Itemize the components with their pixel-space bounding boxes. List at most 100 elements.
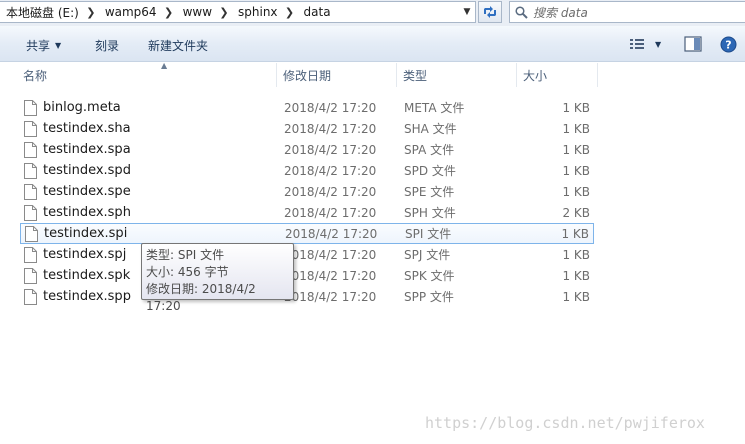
column-name[interactable]: 名称 bbox=[18, 63, 277, 87]
file-row[interactable]: testindex.spj 2018/4/2 17:20 SPJ 文件 1 KB bbox=[20, 244, 594, 265]
file-name-cell[interactable]: testindex.sha bbox=[24, 120, 131, 137]
file-size: 1 KB bbox=[562, 163, 590, 178]
search-icon bbox=[515, 5, 528, 19]
sort-up-icon: ▲ bbox=[161, 61, 168, 70]
new-folder-label: 新建文件夹 bbox=[148, 38, 209, 53]
file-name: testindex.spe bbox=[43, 184, 131, 199]
file-type: SPJ 文件 bbox=[404, 248, 451, 262]
file-icon bbox=[24, 246, 37, 263]
column-date-label: 修改日期 bbox=[283, 68, 332, 83]
file-icon bbox=[24, 204, 37, 221]
breadcrumb-item-data[interactable]: data bbox=[298, 5, 335, 19]
preview-pane-icon bbox=[684, 36, 702, 52]
file-row[interactable]: testindex.spd 2018/4/2 17:20 SPD 文件 1 KB bbox=[20, 160, 594, 181]
file-name: testindex.spj bbox=[43, 247, 127, 262]
file-type: SPE 文件 bbox=[404, 185, 455, 199]
file-date: 2018/4/2 17:20 bbox=[284, 268, 377, 283]
column-type-label: 类型 bbox=[403, 68, 428, 83]
file-type: SHA 文件 bbox=[404, 122, 457, 136]
file-size: 1 KB bbox=[562, 247, 590, 262]
file-icon bbox=[24, 183, 37, 200]
file-list-pane: 名称 ▲ 修改日期 类型 大小 binlog.meta 2018/4/2 17:2… bbox=[0, 61, 745, 444]
file-icon bbox=[24, 120, 37, 137]
column-date[interactable]: 修改日期 bbox=[278, 63, 397, 87]
file-row[interactable]: testindex.spa 2018/4/2 17:20 SPA 文件 1 KB bbox=[20, 139, 594, 160]
file-name-cell[interactable]: binlog.meta bbox=[24, 99, 121, 116]
address-bar[interactable]: 本地磁盘 (E:) ❯ wamp64 ❯ www ❯ sphinx ❯ data… bbox=[0, 1, 476, 23]
file-name: binlog.meta bbox=[43, 100, 121, 115]
refresh-icon bbox=[484, 6, 496, 18]
tooltip-date: 修改日期: 2018/4/2 17:20 bbox=[146, 282, 256, 313]
burn-button[interactable]: 刻录 bbox=[95, 35, 119, 55]
file-type: SPK 文件 bbox=[404, 269, 455, 283]
help-button[interactable]: ? bbox=[720, 36, 737, 52]
file-name: testindex.sha bbox=[43, 121, 131, 136]
file-size: 1 KB bbox=[561, 226, 589, 241]
file-date: 2018/4/2 17:20 bbox=[285, 226, 378, 241]
breadcrumb-item-sphinx[interactable]: sphinx bbox=[232, 5, 282, 19]
file-size: 1 KB bbox=[562, 100, 590, 115]
file-name-cell[interactable]: testindex.spa bbox=[24, 141, 131, 158]
address-row: 本地磁盘 (E:) ❯ wamp64 ❯ www ❯ sphinx ❯ data… bbox=[0, 0, 745, 26]
file-size: 1 KB bbox=[562, 268, 590, 283]
file-date: 2018/4/2 17:20 bbox=[284, 163, 377, 178]
help-icon: ? bbox=[720, 36, 737, 52]
column-size[interactable]: 大小 bbox=[518, 63, 598, 87]
file-name: testindex.spp bbox=[43, 289, 131, 304]
file-row[interactable]: testindex.spe 2018/4/2 17:20 SPE 文件 1 KB bbox=[20, 181, 594, 202]
file-row[interactable]: testindex.sha 2018/4/2 17:20 SHA 文件 1 KB bbox=[20, 118, 594, 139]
view-options-button[interactable]: ▼ bbox=[629, 36, 661, 52]
toolbar: 共享 ▼ 刻录 新建文件夹 ▼ ? bbox=[0, 26, 745, 62]
search-input[interactable]: 搜索 data bbox=[509, 1, 745, 23]
breadcrumb-item-drive[interactable]: 本地磁盘 (E:) bbox=[0, 4, 83, 21]
file-row[interactable]: binlog.meta 2018/4/2 17:20 META 文件 1 KB bbox=[20, 97, 594, 118]
breadcrumb: 本地磁盘 (E:) ❯ wamp64 ❯ www ❯ sphinx ❯ data bbox=[0, 2, 335, 22]
file-name: testindex.spi bbox=[44, 226, 128, 241]
file-name: testindex.spa bbox=[43, 142, 131, 157]
file-name-cell[interactable]: testindex.spk bbox=[24, 267, 130, 284]
tooltip-size: 大小: 456 字节 bbox=[146, 265, 229, 279]
file-name-cell[interactable]: testindex.spj bbox=[24, 246, 127, 263]
column-header: 名称 ▲ 修改日期 类型 大小 bbox=[18, 61, 598, 87]
file-size: 1 KB bbox=[562, 142, 590, 157]
chevron-down-icon[interactable]: ▼ bbox=[655, 40, 661, 49]
chevron-down-icon[interactable]: ▼ bbox=[459, 2, 475, 22]
file-name-cell[interactable]: testindex.spi bbox=[25, 225, 128, 242]
refresh-button[interactable] bbox=[478, 1, 502, 23]
file-row[interactable]: testindex.sph 2018/4/2 17:20 SPH 文件 2 KB bbox=[20, 202, 594, 223]
column-name-label: 名称 bbox=[23, 68, 48, 83]
preview-pane-button[interactable] bbox=[684, 36, 702, 52]
chevron-right-icon[interactable]: ❯ bbox=[216, 2, 232, 22]
chevron-right-icon[interactable]: ❯ bbox=[161, 2, 177, 22]
file-date: 2018/4/2 17:20 bbox=[284, 142, 377, 157]
file-date: 2018/4/2 17:20 bbox=[284, 121, 377, 136]
breadcrumb-item-www[interactable]: www bbox=[177, 5, 216, 19]
file-name-cell[interactable]: testindex.sph bbox=[24, 204, 131, 221]
search-placeholder: 搜索 data bbox=[533, 5, 588, 20]
burn-label: 刻录 bbox=[95, 38, 120, 53]
file-date: 2018/4/2 17:20 bbox=[284, 247, 377, 262]
file-name-cell[interactable]: testindex.spd bbox=[24, 162, 131, 179]
file-icon bbox=[24, 99, 37, 116]
file-name-cell[interactable]: testindex.spe bbox=[24, 183, 131, 200]
chevron-right-icon[interactable]: ❯ bbox=[83, 2, 99, 22]
file-type: SPD 文件 bbox=[404, 164, 456, 178]
file-type: SPH 文件 bbox=[404, 206, 456, 220]
chevron-right-icon[interactable]: ❯ bbox=[282, 2, 298, 22]
file-size: 2 KB bbox=[562, 205, 590, 220]
file-row[interactable]: testindex.spk 2018/4/2 17:20 SPK 文件 1 KB bbox=[20, 265, 594, 286]
column-type[interactable]: 类型 bbox=[398, 63, 517, 87]
watermark: https://blog.csdn.net/pwjiferox bbox=[425, 414, 705, 432]
breadcrumb-item-wamp64[interactable]: wamp64 bbox=[99, 5, 161, 19]
file-row[interactable]: testindex.spp 2018/4/2 17:20 SPP 文件 1 KB bbox=[20, 286, 594, 307]
file-type: SPP 文件 bbox=[404, 290, 454, 304]
view-list-icon bbox=[630, 39, 644, 49]
svg-text:?: ? bbox=[725, 38, 731, 51]
new-folder-button[interactable]: 新建文件夹 bbox=[148, 35, 208, 55]
tooltip-type: 类型: SPI 文件 bbox=[146, 248, 225, 262]
file-row[interactable]: testindex.spi 2018/4/2 17:20 SPI 文件 1 KB bbox=[20, 223, 594, 244]
share-button[interactable]: 共享 ▼ bbox=[26, 35, 61, 55]
file-name-cell[interactable]: testindex.spp bbox=[24, 288, 131, 305]
file-type: META 文件 bbox=[404, 101, 465, 115]
file-date: 2018/4/2 17:20 bbox=[284, 184, 377, 199]
